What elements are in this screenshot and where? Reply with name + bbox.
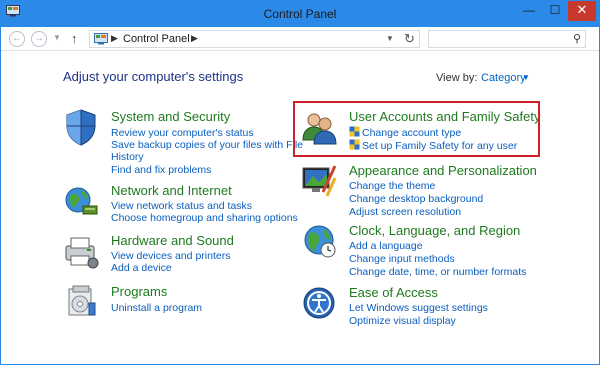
up-button[interactable]: ↑ (71, 31, 78, 46)
breadcrumb-control-panel[interactable]: Control Panel (123, 33, 190, 45)
category-link[interactable]: View network status and tasks (111, 200, 252, 212)
category-link[interactable]: Review your computer's status (111, 127, 254, 139)
refresh-icon[interactable]: ↻ (404, 31, 415, 47)
category-link[interactable]: History (111, 151, 144, 163)
content-area: Adjust your computer's settings View by:… (1, 52, 599, 364)
category-link[interactable]: Let Windows suggest settings (349, 302, 488, 314)
category-network-internet: Network and Internet View network status… (63, 182, 298, 224)
printer-icon[interactable] (63, 232, 99, 270)
address-bar[interactable]: ▶ Control Panel ▶ ▼ ↻ (89, 30, 420, 48)
category-title[interactable]: System and Security (111, 109, 230, 124)
control-panel-window: Control Panel — ☐ ✕ ← → ▼ ↑ ▶ Control Pa… (0, 0, 600, 365)
minimize-button[interactable]: — (518, 1, 540, 21)
category-link[interactable]: Optimize visual display (349, 315, 456, 327)
category-title[interactable]: Programs (111, 284, 167, 299)
chevron-down-icon[interactable]: ▼ (522, 73, 530, 82)
window-title: Control Panel (263, 7, 337, 21)
category-link[interactable]: Change desktop background (349, 193, 483, 205)
view-by-label: View by: (436, 72, 478, 84)
category-appearance: Appearance and Personalization Change th… (301, 162, 541, 218)
breadcrumb-separator-icon[interactable]: ▶ (111, 33, 118, 44)
forward-button[interactable]: → (31, 31, 47, 47)
category-title[interactable]: Appearance and Personalization (349, 163, 537, 178)
category-link[interactable]: Change input methods (349, 253, 455, 265)
category-programs: Programs Uninstall a program (63, 283, 293, 323)
monitor-paint-icon[interactable] (301, 162, 337, 200)
category-ease-of-access: Ease of Access Let Windows suggest setti… (301, 284, 541, 328)
category-clock-language: Clock, Language, and Region Add a langua… (301, 222, 541, 278)
address-dropdown-icon[interactable]: ▼ (386, 34, 394, 43)
category-title[interactable]: Hardware and Sound (111, 233, 234, 248)
category-link[interactable]: Adjust screen resolution (349, 206, 461, 218)
shield-icon[interactable] (63, 108, 99, 146)
breadcrumb-separator-icon[interactable]: ▶ (191, 33, 198, 44)
category-link[interactable]: Uninstall a program (111, 302, 202, 314)
close-button[interactable]: ✕ (568, 1, 596, 21)
control-panel-icon (94, 33, 108, 45)
category-link[interactable]: Save backup copies of your files with Fi… (111, 139, 303, 151)
ease-of-access-icon[interactable] (301, 284, 337, 322)
back-button[interactable]: ← (9, 31, 25, 47)
category-title[interactable]: Ease of Access (349, 285, 438, 300)
programs-icon[interactable] (63, 283, 99, 321)
category-hardware-sound: Hardware and Sound View devices and prin… (63, 232, 293, 274)
category-link[interactable]: Change the theme (349, 180, 435, 192)
navigation-bar: ← → ▼ ↑ ▶ Control Panel ▶ ▼ ↻ ⚲ (1, 27, 599, 51)
recent-locations-dropdown[interactable]: ▼ (53, 33, 61, 42)
page-title: Adjust your computer's settings (63, 69, 244, 84)
category-title[interactable]: Network and Internet (111, 183, 232, 198)
globe-clock-icon[interactable] (301, 222, 337, 260)
search-icon[interactable]: ⚲ (573, 32, 581, 45)
maximize-button[interactable]: ☐ (544, 1, 566, 21)
category-link[interactable]: Choose homegroup and sharing options (111, 212, 298, 224)
highlight-box (293, 101, 540, 157)
category-system-security: System and Security Review your computer… (63, 108, 303, 178)
category-link[interactable]: Add a device (111, 262, 172, 274)
category-link[interactable]: View devices and printers (111, 250, 230, 262)
category-link[interactable]: Change date, time, or number formats (349, 266, 526, 278)
search-input[interactable]: ⚲ (428, 30, 586, 48)
category-title[interactable]: Clock, Language, and Region (349, 223, 520, 238)
category-link[interactable]: Add a language (349, 240, 423, 252)
category-link[interactable]: Find and fix problems (111, 164, 211, 176)
title-bar: Control Panel — ☐ ✕ (1, 1, 599, 27)
view-by-dropdown[interactable]: Category (481, 72, 526, 84)
globe-network-icon[interactable] (63, 182, 99, 220)
